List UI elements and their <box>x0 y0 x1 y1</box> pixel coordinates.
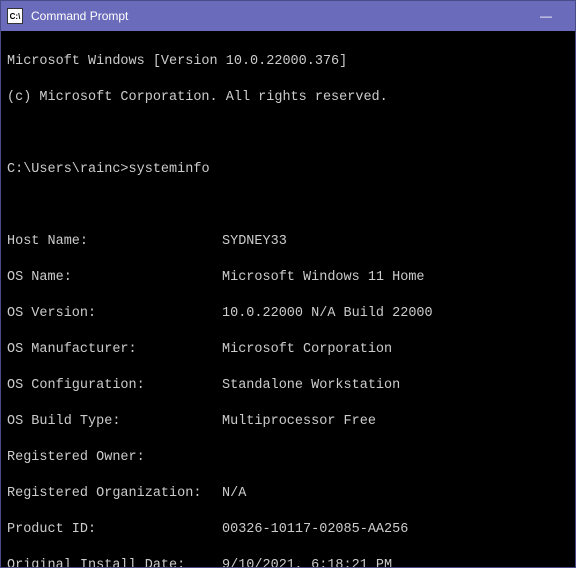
terminal-output[interactable]: Microsoft Windows [Version 10.0.22000.37… <box>1 31 575 567</box>
info-label: Original Install Date: <box>7 557 222 567</box>
header-line-1: Microsoft Windows [Version 10.0.22000.37… <box>7 53 569 71</box>
minimize-button[interactable]: — <box>523 1 569 31</box>
info-label: OS Configuration: <box>7 377 222 395</box>
info-row: Host Name:SYDNEY33 <box>7 233 569 251</box>
cmd-icon: C:\ <box>7 8 23 24</box>
info-row: OS Configuration:Standalone Workstation <box>7 377 569 395</box>
info-value: Microsoft Corporation <box>222 341 569 359</box>
info-row: OS Name:Microsoft Windows 11 Home <box>7 269 569 287</box>
info-row: OS Build Type:Multiprocessor Free <box>7 413 569 431</box>
window-controls: — <box>523 1 569 31</box>
blank-line <box>7 197 569 215</box>
info-label: Host Name: <box>7 233 222 251</box>
info-label: Registered Organization: <box>7 485 222 503</box>
info-row: Product ID:00326-10117-02085-AA256 <box>7 521 569 539</box>
info-value: Standalone Workstation <box>222 377 569 395</box>
info-row: Registered Organization:N/A <box>7 485 569 503</box>
prompt-line: C:\Users\rainc>systeminfo <box>7 161 569 179</box>
prompt-path: C:\Users\rainc> <box>7 161 129 179</box>
info-row: OS Version:10.0.22000 N/A Build 22000 <box>7 305 569 323</box>
info-row: OS Manufacturer:Microsoft Corporation <box>7 341 569 359</box>
info-value: N/A <box>222 485 569 503</box>
info-value <box>222 449 569 467</box>
info-value: Multiprocessor Free <box>222 413 569 431</box>
info-label: OS Name: <box>7 269 222 287</box>
header-line-2: (c) Microsoft Corporation. All rights re… <box>7 89 569 107</box>
info-value: SYDNEY33 <box>222 233 569 251</box>
info-value: 00326-10117-02085-AA256 <box>222 521 569 539</box>
info-value: 10.0.22000 N/A Build 22000 <box>222 305 569 323</box>
info-label: OS Version: <box>7 305 222 323</box>
info-label: OS Manufacturer: <box>7 341 222 359</box>
info-value: 9/10/2021, 6:18:21 PM <box>222 557 569 567</box>
window-title: Command Prompt <box>31 9 523 23</box>
info-row: Original Install Date:9/10/2021, 6:18:21… <box>7 557 569 567</box>
info-value: Microsoft Windows 11 Home <box>222 269 569 287</box>
titlebar[interactable]: C:\ Command Prompt — <box>1 1 575 31</box>
command-prompt-window: C:\ Command Prompt — Microsoft Windows [… <box>0 0 576 568</box>
info-row: Registered Owner: <box>7 449 569 467</box>
info-label: Registered Owner: <box>7 449 222 467</box>
info-label: Product ID: <box>7 521 222 539</box>
prompt-command: systeminfo <box>129 161 210 179</box>
blank-line <box>7 125 569 143</box>
info-label: OS Build Type: <box>7 413 222 431</box>
